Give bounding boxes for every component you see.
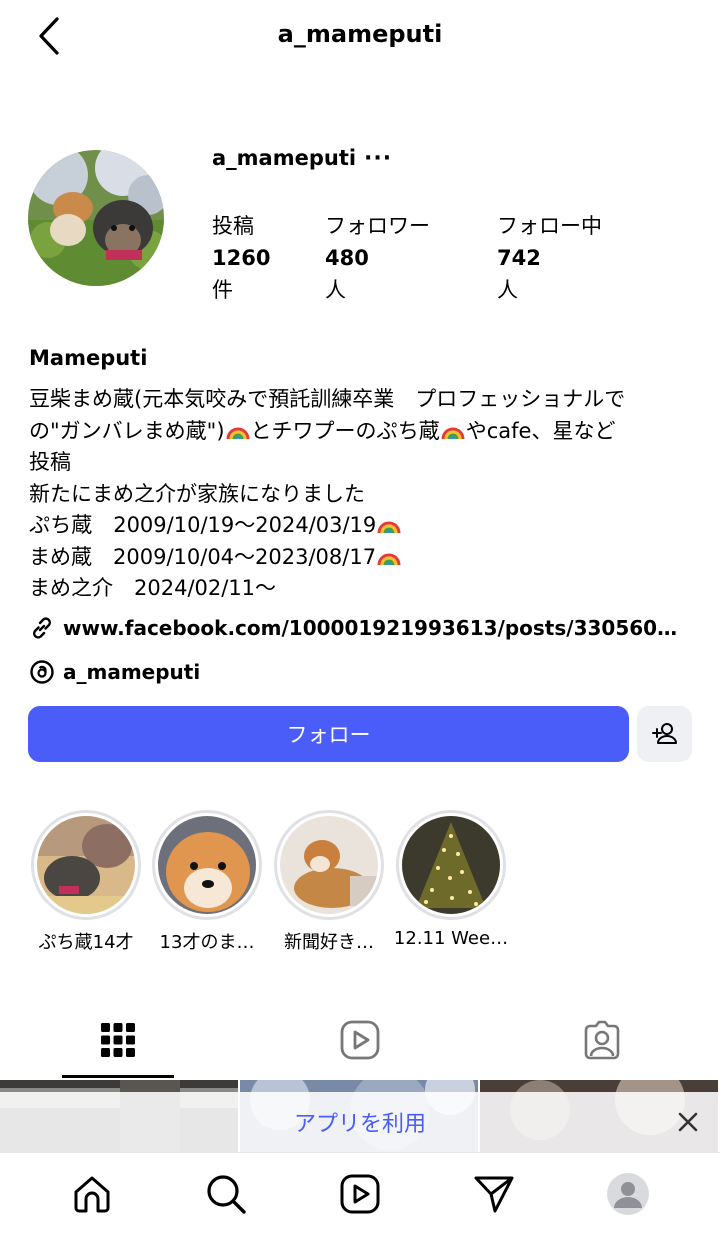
external-link[interactable]: www.facebook.com/100001921993613/posts/3… [29, 612, 689, 644]
bio-line: ぷち蔵 2009/10/19～2024/03/19 [29, 513, 377, 537]
highlight-ring [152, 810, 262, 920]
stat-value: 1260 [212, 246, 271, 270]
nav-search[interactable] [202, 1170, 250, 1218]
rainbow-emoji-icon [377, 521, 401, 534]
reels-icon [340, 1174, 380, 1214]
story-highlight[interactable]: 13才のま… [149, 810, 265, 954]
highlight-image [37, 816, 135, 914]
threads-icon [30, 660, 54, 684]
threads-username: a_mameputi [63, 660, 201, 684]
bio-line: 新たにまめ之介が家族になりました [29, 481, 365, 506]
bio-line: とチワプーのぷち蔵 [250, 418, 440, 443]
nav-direct[interactable] [470, 1170, 518, 1218]
stat-label: フォロー中 [497, 214, 602, 238]
stat-following[interactable]: フォロー中 742 人 [497, 210, 602, 306]
display-name: Mameputi [29, 346, 148, 370]
threads-link[interactable]: a_mameputi [29, 656, 200, 688]
close-icon [678, 1112, 698, 1132]
avatar[interactable] [28, 150, 164, 286]
nav-profile[interactable] [604, 1170, 652, 1218]
rainbow-emoji-icon [377, 553, 401, 565]
stat-label: 投稿 [212, 214, 254, 238]
rainbow-emoji-icon [226, 427, 250, 439]
tab-posts[interactable] [62, 1010, 174, 1070]
bio-line: まめ蔵 2009/10/04～2023/08/17 [29, 544, 377, 569]
nav-reels[interactable] [336, 1170, 384, 1218]
tab-tagged[interactable] [546, 1010, 658, 1070]
search-icon [207, 1175, 246, 1214]
highlight-caption: 13才のま… [159, 932, 255, 953]
highlight-caption: 新聞好き… [284, 932, 374, 953]
more-options-button[interactable]: ··· [364, 146, 392, 171]
add-person-icon [651, 723, 677, 744]
bio-line: やcafe、星など [465, 418, 616, 443]
link-text: www.facebook.com/100001921993613/posts/3… [63, 616, 678, 640]
bio: 豆柴まめ蔵(元本気咬みで預託訓練卒業 プロフェッショナルで の"ガンバレまめ蔵"… [29, 384, 699, 605]
stat-value: 742 [497, 246, 541, 270]
profile-username: a_mameputi [212, 146, 357, 170]
bio-line: 豆柴まめ蔵(元本気咬みで預託訓練卒業 プロフェッショナルで [29, 387, 626, 411]
story-highlight[interactable]: 新聞好き… [271, 810, 387, 954]
follow-button[interactable]: フォロー [28, 706, 629, 762]
stat-unit: 人 [325, 278, 346, 302]
banner-close-button[interactable] [672, 1106, 704, 1138]
reels-icon [340, 1020, 380, 1060]
direct-icon [474, 1176, 514, 1213]
highlight-image [280, 816, 378, 914]
profile-icon [607, 1173, 649, 1215]
link-icon [33, 617, 51, 639]
highlight-ring [396, 810, 506, 920]
avatar-image [28, 150, 164, 286]
page-title: a_mameputi [277, 20, 443, 48]
suggested-users-button[interactable] [637, 706, 692, 762]
highlight-image [158, 816, 256, 914]
tab-reels[interactable] [304, 1010, 416, 1070]
stat-followers[interactable]: フォロワー 480 人 [325, 210, 430, 306]
stat-unit: 人 [497, 278, 518, 302]
highlight-image [402, 816, 500, 914]
highlight-caption: 12.11 Wee… [393, 928, 509, 949]
nav-home[interactable] [68, 1170, 116, 1218]
highlight-ring [31, 810, 141, 920]
stat-value: 480 [325, 246, 369, 270]
highlight-caption: ぷち蔵14才 [38, 932, 134, 953]
stat-unit: 件 [212, 278, 233, 302]
stat-label: フォロワー [325, 214, 430, 238]
grid-icon [101, 1023, 135, 1057]
bio-line: まめ之介 2024/02/11～ [29, 576, 277, 600]
rainbow-emoji-icon [441, 427, 465, 439]
story-highlight[interactable]: 12.11 Wee… [393, 810, 509, 949]
open-in-app-link[interactable]: アプリを利用 [0, 1106, 720, 1138]
bio-line: 投稿 [29, 450, 71, 474]
story-highlight[interactable]: ぷち蔵14才 [28, 810, 144, 954]
tagged-icon [584, 1020, 620, 1060]
active-tab-indicator [62, 1075, 174, 1078]
home-icon [74, 1176, 110, 1213]
stat-posts: 投稿 1260 件 [212, 210, 270, 306]
highlight-ring [274, 810, 384, 920]
bio-line: の"ガンバレまめ蔵") [29, 418, 225, 443]
